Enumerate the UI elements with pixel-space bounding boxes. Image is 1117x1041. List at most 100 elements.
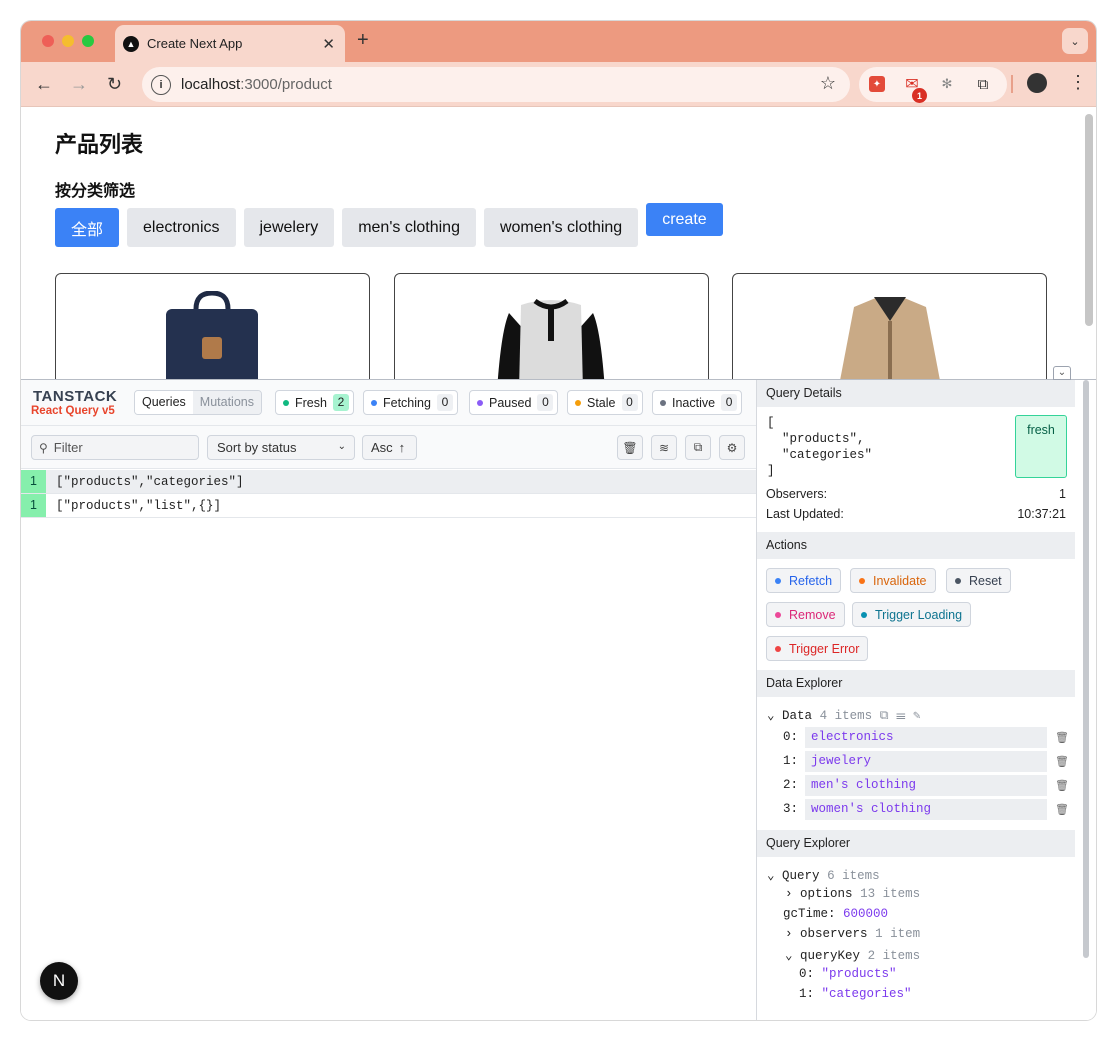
- reload-icon[interactable]: ↻: [107, 74, 122, 95]
- querykey-item: 0: "products": [799, 967, 897, 981]
- data-item-value[interactable]: electronics: [805, 727, 1047, 748]
- minimize-window-button[interactable]: [62, 35, 74, 47]
- query-observer-count: 1: [21, 494, 46, 517]
- actions-heading: Actions: [757, 532, 1075, 559]
- page-title: 产品列表: [55, 132, 144, 157]
- react-query-logo[interactable]: React Query v5: [31, 405, 115, 417]
- open-in-panel-icon[interactable]: ⧉: [685, 435, 711, 460]
- data-explorer-root[interactable]: ⌄ Data 4 items ⧉ ☰ ✎: [767, 707, 921, 723]
- remove-button[interactable]: Remove: [766, 602, 845, 627]
- address-bar[interactable]: i localhost:3000/product ☆: [142, 67, 850, 102]
- trigger-error-button[interactable]: Trigger Error: [766, 636, 869, 661]
- close-window-button[interactable]: [42, 35, 54, 47]
- filter-womens-clothing-button[interactable]: women's clothing: [483, 208, 639, 247]
- data-item-value[interactable]: women's clothing: [805, 799, 1047, 820]
- tab-mutations[interactable]: Mutations: [192, 391, 261, 414]
- page-scrollbar[interactable]: [1085, 114, 1093, 326]
- delete-item-trash-icon[interactable]: 🗑: [1055, 731, 1069, 744]
- url-host: localhost: [181, 76, 241, 93]
- create-button[interactable]: create: [646, 203, 723, 236]
- inactive-label: Inactive: [672, 395, 716, 410]
- url-text[interactable]: localhost:3000/product: [181, 76, 332, 93]
- extensions-puzzle-icon[interactable]: ⧉: [975, 76, 991, 93]
- delete-item-trash-icon[interactable]: 🗑: [1055, 755, 1069, 768]
- fresh-count: 2: [332, 394, 349, 411]
- clear-cache-trash-icon[interactable]: 🗑: [617, 435, 643, 460]
- bookmark-star-icon[interactable]: ☆: [820, 73, 836, 94]
- close-tab-icon[interactable]: ✕: [322, 35, 335, 53]
- queries-mutations-toggle: Queries Mutations: [134, 390, 262, 415]
- chevron-down-icon: ⌄: [767, 709, 775, 723]
- sort-select[interactable]: Sort by status ⌄: [207, 435, 355, 460]
- stale-label: Stale: [587, 395, 616, 410]
- inactive-status-pill[interactable]: Inactive 0: [652, 390, 743, 415]
- site-info-icon[interactable]: i: [151, 74, 171, 95]
- fresh-dot-icon: [283, 399, 289, 406]
- devtools-filter-bar: ⚲ Filter Sort by status ⌄ Asc ↑ 🗑 ≋ ⧉ ⚙: [21, 426, 756, 469]
- browser-tab[interactable]: ▲ Create Next App ✕: [115, 25, 345, 62]
- details-scrollbar[interactable]: [1083, 380, 1089, 958]
- remove-dot-icon: [775, 611, 781, 618]
- settings-gear-icon[interactable]: ⚙: [719, 435, 745, 460]
- react-query-devtools: ⌄ TANSTACK React Query v5 Queries Mutati…: [21, 366, 1096, 1020]
- chevron-right-icon: ›: [785, 887, 793, 901]
- nextjs-dev-indicator-icon[interactable]: N: [40, 962, 78, 1000]
- edit-pencil-icon[interactable]: ✎: [913, 709, 921, 723]
- browser-menu-icon[interactable]: ⋮: [1069, 72, 1087, 93]
- query-explorer-root[interactable]: ⌄ Query 6 items: [767, 867, 880, 883]
- category-filters: 全部 electronics jewelery men's clothing w…: [55, 203, 723, 247]
- sort-order-button[interactable]: Asc ↑: [362, 435, 417, 460]
- reset-button[interactable]: Reset: [946, 568, 1011, 593]
- fetching-status-pill[interactable]: Fetching 0: [363, 390, 458, 415]
- filter-placeholder: Filter: [53, 440, 83, 455]
- query-row[interactable]: 1 ["products","categories"]: [21, 470, 756, 494]
- tab-queries[interactable]: Queries: [135, 391, 193, 414]
- collapse-devtools-chevron-icon[interactable]: ⌄: [1053, 366, 1071, 380]
- new-tab-icon[interactable]: +: [357, 29, 369, 52]
- tanstack-logo[interactable]: TANSTACK: [33, 388, 117, 405]
- online-wifi-icon[interactable]: ≋: [651, 435, 677, 460]
- filter-jewelery-button[interactable]: jewelery: [243, 208, 335, 247]
- delete-item-trash-icon[interactable]: 🗑: [1055, 803, 1069, 816]
- extension-icon-red[interactable]: ✦: [869, 76, 885, 92]
- list-icon[interactable]: ☰: [896, 709, 905, 723]
- copy-icon[interactable]: ⧉: [880, 709, 889, 723]
- observers-value: 1: [1059, 487, 1066, 501]
- inactive-count: 0: [721, 394, 738, 411]
- trigger-loading-button[interactable]: Trigger Loading: [852, 602, 972, 627]
- fresh-status-pill[interactable]: Fresh 2: [275, 390, 354, 415]
- observers-node[interactable]: › observers 1 item: [785, 927, 920, 941]
- filter-electronics-button[interactable]: electronics: [127, 208, 236, 247]
- query-row[interactable]: 1 ["products","list",{}]: [21, 494, 756, 518]
- options-label: options: [800, 887, 853, 901]
- filter-all-button[interactable]: 全部: [55, 208, 120, 247]
- querykey-item-value[interactable]: "categories": [822, 987, 912, 1001]
- query-filter-input[interactable]: ⚲ Filter: [31, 435, 199, 460]
- tab-search-chevron-icon[interactable]: ⌄: [1062, 28, 1088, 54]
- querykey-item-value[interactable]: "products": [822, 967, 897, 981]
- paused-status-pill[interactable]: Paused 0: [469, 390, 559, 415]
- gctime-label: gcTime:: [783, 907, 836, 921]
- data-item-value[interactable]: men's clothing: [805, 775, 1047, 796]
- data-item-value[interactable]: jewelery: [805, 751, 1047, 772]
- refetch-button[interactable]: Refetch: [766, 568, 842, 593]
- profile-avatar[interactable]: [1027, 73, 1047, 93]
- stale-dot-icon: [575, 399, 581, 406]
- jacket-image: [818, 291, 962, 391]
- querykey-count: 2 items: [867, 949, 921, 963]
- querykey-node[interactable]: ⌄ queryKey 2 items: [785, 947, 920, 963]
- gctime-value[interactable]: 600000: [843, 907, 888, 921]
- options-node[interactable]: › options 13 items: [785, 887, 920, 901]
- observers-node-label: observers: [800, 927, 868, 941]
- querykey-item-index: 0:: [799, 967, 815, 981]
- paused-count: 0: [537, 394, 554, 411]
- maximize-window-button[interactable]: [82, 35, 94, 47]
- delete-item-trash-icon[interactable]: 🗑: [1055, 779, 1069, 792]
- invalidate-button[interactable]: Invalidate: [850, 568, 936, 593]
- back-arrow-icon[interactable]: ←: [35, 74, 53, 95]
- gray-extension-icon[interactable]: ✻: [939, 76, 955, 92]
- filter-mens-clothing-button[interactable]: men's clothing: [342, 208, 476, 247]
- stale-status-pill[interactable]: Stale 0: [567, 390, 643, 415]
- forward-arrow-icon[interactable]: →: [70, 74, 88, 95]
- sort-label: Sort by status: [217, 440, 297, 455]
